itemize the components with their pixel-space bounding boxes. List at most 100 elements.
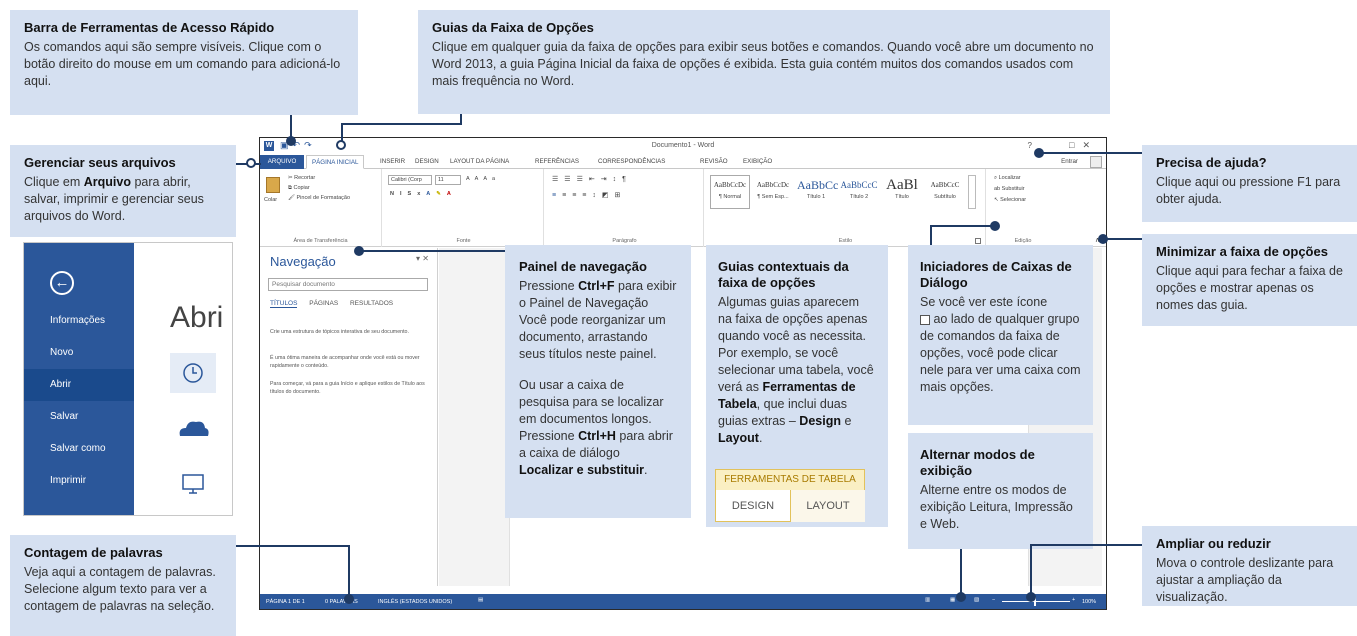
numbering-icon[interactable]: ☰ — [564, 176, 576, 183]
nav-close-icon[interactable]: ▾ ✕ — [416, 254, 429, 263]
multilevel-icon[interactable]: ☰ — [577, 176, 589, 183]
change-case-icon[interactable]: Aa — [483, 176, 500, 182]
cursor-icon: ↖ — [994, 197, 999, 203]
text-effects-icon[interactable]: A — [426, 191, 436, 197]
onedrive-box[interactable] — [170, 408, 216, 448]
dialog-callout-title: Iniciadores de Caixas de Diálogo — [920, 259, 1072, 290]
tab-insert[interactable]: INSERIR — [380, 158, 405, 165]
tab-layout[interactable]: LAYOUT DA PÁGINA — [450, 158, 509, 165]
dialog-launcher-icon[interactable] — [975, 238, 981, 244]
zoom-in-icon[interactable]: + — [1072, 597, 1075, 603]
language[interactable]: INGLÊS (ESTADOS UNIDOS) — [378, 599, 452, 605]
words-leader-h — [236, 545, 350, 547]
align-left-icon[interactable]: ≡ — [552, 192, 562, 199]
underline-icon[interactable]: S — [408, 191, 418, 197]
help-leader — [1040, 152, 1142, 154]
nav-search-input[interactable]: Pesquisar documento — [268, 278, 428, 291]
align-center-icon[interactable]: ≡ — [562, 192, 572, 199]
format-painter-button[interactable]: 🖌 Pincel de Formatação — [288, 195, 350, 201]
style-title[interactable]: AaBl Título — [882, 175, 922, 209]
sort-icon[interactable]: ↕ — [613, 176, 623, 183]
table-layout-tab[interactable]: LAYOUT — [791, 490, 865, 522]
qat-callout: Barra de Ferramentas de Acesso Rápido Os… — [10, 10, 358, 115]
tabs-callout-title: Guias da Faixa de Opções — [432, 20, 594, 35]
grow-font-icon[interactable]: A — [466, 176, 475, 182]
copy-button[interactable]: ⧉ Copiar — [288, 185, 310, 192]
read-mode-icon[interactable]: ▥ — [925, 597, 930, 603]
line-spacing-icon[interactable]: ↕ — [592, 192, 602, 199]
files-callout-body: Clique em Arquivo para abrir, salvar, im… — [24, 175, 204, 223]
proofing-icon[interactable]: ▤ — [478, 597, 483, 603]
tab-review[interactable]: REVISÃO — [700, 158, 728, 165]
backstage-item-new[interactable]: Novo — [24, 337, 134, 369]
pilcrow-icon[interactable]: ¶ — [622, 176, 632, 183]
zoom-out-icon[interactable]: − — [992, 597, 995, 603]
tab-mailings[interactable]: CORRESPONDÊNCIAS — [598, 158, 665, 165]
style-heading-1[interactable]: AaBbCc Título 1 — [796, 175, 838, 209]
paste-label[interactable]: Colar — [264, 197, 277, 203]
computer-box[interactable] — [170, 463, 216, 503]
backstage-item-save[interactable]: Salvar — [24, 401, 134, 433]
nav-tab-results[interactable]: RESULTADOS — [350, 300, 393, 307]
font-color-icon[interactable]: A — [447, 191, 457, 197]
backstage-item-info[interactable]: Informações — [24, 305, 134, 337]
table-tools-header: FERRAMENTAS DE TABELA — [716, 470, 864, 490]
highlight-icon[interactable]: ✎ — [436, 191, 447, 197]
style-no-spacing[interactable]: AaBbCcDc ¶ Sem Esp... — [753, 175, 793, 209]
zoom-level[interactable]: 100% — [1082, 599, 1096, 605]
style-normal[interactable]: AaBbCcDc ¶ Normal — [710, 175, 750, 209]
nav-title: Navegação — [270, 254, 336, 269]
recent-box[interactable] — [170, 353, 216, 393]
backstage-item-open[interactable]: Abrir — [24, 369, 134, 401]
table-tools-sample: FERRAMENTAS DE TABELA DESIGN LAYOUT — [715, 469, 865, 522]
tab-home[interactable]: PÁGINA INICIAL — [306, 155, 365, 169]
launcher-sample-icon — [920, 314, 930, 325]
scissors-icon: ✂ — [288, 175, 293, 181]
style-subtitle[interactable]: AaBbCcC Subtítulo — [925, 175, 965, 209]
web-layout-icon[interactable]: ▧ — [974, 597, 979, 603]
italic-icon[interactable]: I — [400, 191, 408, 197]
paste-icon[interactable] — [266, 177, 280, 193]
tab-references[interactable]: REFERÊNCIAS — [535, 158, 579, 165]
table-design-tab[interactable]: DESIGN — [716, 490, 791, 522]
borders-icon[interactable]: ⊞ — [615, 192, 627, 199]
style-heading-2[interactable]: AaBbCcC Título 2 — [839, 175, 879, 209]
page-count[interactable]: PÁGINA 1 DE 1 — [266, 599, 305, 605]
tab-design[interactable]: DESIGN — [415, 158, 439, 165]
zoom-slider[interactable] — [1002, 601, 1070, 602]
justify-icon[interactable]: ≡ — [582, 192, 592, 199]
styles-scroll[interactable] — [968, 175, 976, 209]
bold-icon[interactable]: N — [390, 191, 400, 197]
nav-tab-headings[interactable]: TÍTULOS — [270, 300, 298, 308]
print-layout-icon[interactable]: ▦ — [950, 597, 955, 603]
nav-tab-pages[interactable]: PÁGINAS — [309, 300, 338, 307]
align-right-icon[interactable]: ≡ — [572, 192, 582, 199]
sign-in-link[interactable]: Entrar — [1061, 158, 1078, 165]
nav-callout-title: Painel de navegação — [519, 259, 647, 274]
back-arrow-icon[interactable]: ← — [50, 271, 74, 295]
nav-dot — [354, 246, 364, 256]
nav-callout: Painel de navegação Pressione Ctrl+F par… — [505, 245, 691, 518]
avatar[interactable] — [1090, 156, 1102, 168]
help-button[interactable]: ? — [1028, 141, 1032, 150]
font-name-select[interactable]: Calibri (Corp — [388, 175, 432, 185]
paragraph-buttons-row1: ☰☰☰⇤⇥↕¶ — [552, 175, 632, 183]
cut-button[interactable]: ✂ Recortar — [288, 175, 315, 181]
backstage-item-print[interactable]: Imprimir — [24, 465, 134, 497]
indent-icon[interactable]: ⇤ — [589, 176, 601, 183]
close-icon[interactable]: ✕ — [1082, 140, 1098, 150]
outdent-icon[interactable]: ⇥ — [601, 176, 613, 183]
font-size-select[interactable]: 11 — [435, 175, 461, 185]
ribbon-tabs: ARQUIVO PÁGINA INICIAL INSERIR DESIGN LA… — [260, 155, 1106, 169]
select-button[interactable]: ↖ Selecionar — [994, 197, 1026, 203]
find-button[interactable]: ⌕ Localizar — [994, 175, 1021, 182]
ctx-callout-title: Guias contextuais da faixa de opções — [718, 259, 849, 290]
strike-icon[interactable]: x — [417, 191, 426, 197]
tab-file[interactable]: ARQUIVO — [260, 155, 304, 169]
restore-icon[interactable]: □ — [1069, 140, 1082, 150]
shading-icon[interactable]: ◩ — [602, 192, 615, 199]
tab-view[interactable]: EXIBIÇÃO — [743, 158, 772, 165]
replace-button[interactable]: ab Substituir — [994, 186, 1025, 192]
bullets-icon[interactable]: ☰ — [552, 176, 564, 183]
backstage-item-save-as[interactable]: Salvar como — [24, 433, 134, 465]
